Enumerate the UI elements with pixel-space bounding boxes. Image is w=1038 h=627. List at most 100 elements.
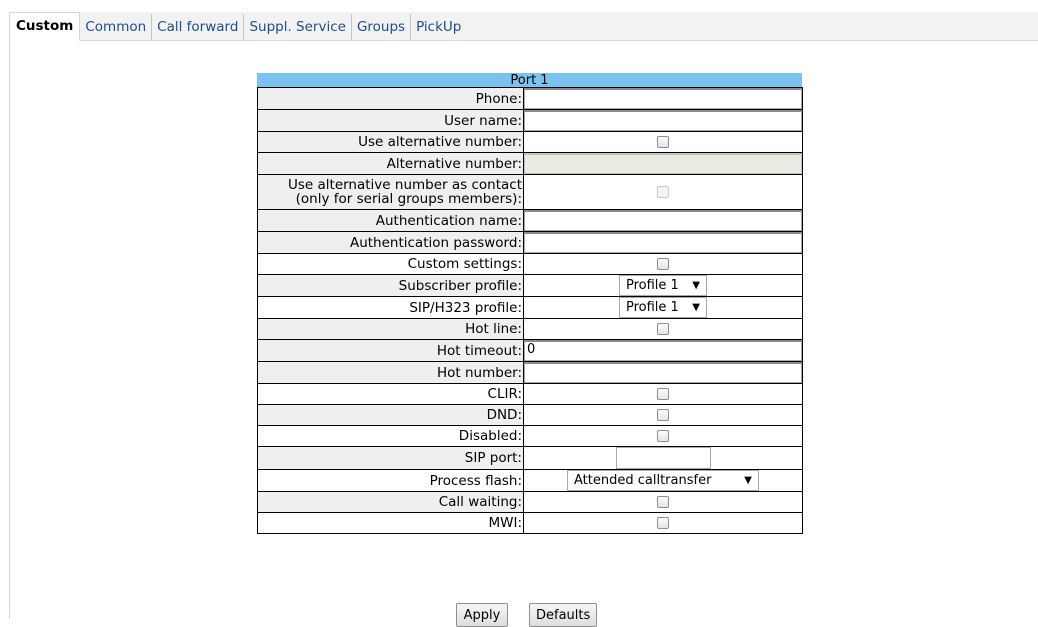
settings-row: SIP/H323 profile: Profile 1 ▼ <box>257 296 803 319</box>
tab-custom[interactable]: Custom <box>9 12 81 41</box>
text-input[interactable]: 0 <box>524 340 802 361</box>
field-label: Hot timeout: <box>257 339 524 362</box>
apply-button[interactable]: Apply <box>456 603 508 627</box>
settings-row: Hot timeout: 0 <box>257 339 803 362</box>
settings-row: Disabled: <box>257 425 803 447</box>
settings-row: Phone: <box>257 87 803 110</box>
field-label-text: Hot timeout: <box>436 342 522 359</box>
field-value-cell: Attended calltransfer ▼ <box>523 469 803 492</box>
checkbox[interactable] <box>657 430 669 442</box>
field-value-cell <box>523 109 803 132</box>
field-label: Process flash: <box>257 469 524 492</box>
select-dropdown[interactable]: Profile 1 ▼ <box>619 275 707 296</box>
tab-common[interactable]: Common <box>80 14 153 40</box>
checkbox <box>657 186 669 198</box>
field-label: Disabled: <box>257 425 524 447</box>
checkbox[interactable] <box>657 409 669 421</box>
field-value-cell <box>523 491 803 513</box>
field-label-text: SIP/H323 profile: <box>409 299 522 316</box>
field-value-cell <box>523 87 803 110</box>
select-dropdown[interactable]: Attended calltransfer ▼ <box>567 470 759 491</box>
field-label: Alternative number: <box>257 152 524 175</box>
content-border <box>9 40 10 619</box>
field-value-cell <box>523 446 803 470</box>
select-value: Attended calltransfer <box>574 473 712 488</box>
chevron-down-icon: ▼ <box>692 280 700 291</box>
text-input[interactable] <box>524 362 802 383</box>
field-value-cell <box>523 512 803 534</box>
field-label-text: User name: <box>444 112 522 129</box>
field-value-cell <box>523 131 803 153</box>
field-value-cell: Profile 1 ▼ <box>523 296 803 319</box>
settings-row: Hot number: <box>257 361 803 384</box>
text-input[interactable] <box>524 110 802 131</box>
tab-pickup[interactable]: PickUp <box>411 14 466 40</box>
field-label: Use alternative number: <box>257 131 524 153</box>
text-input[interactable] <box>524 232 802 253</box>
checkbox[interactable] <box>657 323 669 335</box>
field-label: Use alternative number as contact (only f… <box>257 174 524 210</box>
settings-row: Use alternative number as contact (only f… <box>257 174 803 210</box>
field-value-cell <box>523 404 803 426</box>
checkbox[interactable] <box>657 388 669 400</box>
select-value: Profile 1 <box>626 300 679 315</box>
field-label: Authentication password: <box>257 231 524 254</box>
settings-row: DND: <box>257 404 803 426</box>
field-value-cell <box>523 425 803 447</box>
field-label-text: Hot line: <box>465 321 522 337</box>
field-label: MWI: <box>257 512 524 534</box>
tab-suppl-service[interactable]: Suppl. Service <box>244 14 352 40</box>
field-label: Subscriber profile: <box>257 274 524 297</box>
settings-row: Subscriber profile: Profile 1 ▼ <box>257 274 803 297</box>
tab-bar: Custom Common Call forward Suppl. Servic… <box>9 12 1038 41</box>
field-label: Call waiting: <box>257 491 524 513</box>
checkbox[interactable] <box>657 258 669 270</box>
field-label: SIP port: <box>257 446 524 470</box>
settings-row: Hot line: <box>257 318 803 340</box>
tab-groups[interactable]: Groups <box>352 14 412 40</box>
field-label-text: MWI: <box>488 515 522 531</box>
port-title: Port 1 <box>257 73 802 87</box>
field-value-cell: 0 <box>523 339 803 362</box>
field-label: DND: <box>257 404 524 426</box>
sip-port-input[interactable] <box>615 447 711 469</box>
defaults-button[interactable]: Defaults <box>529 603 597 627</box>
field-label: Hot number: <box>257 361 524 384</box>
field-label-text-line2: (only for serial groups members): <box>295 191 522 207</box>
chevron-down-icon: ▼ <box>744 475 752 486</box>
field-label: Custom settings: <box>257 253 524 275</box>
text-input[interactable] <box>524 88 802 109</box>
field-value-cell <box>523 253 803 275</box>
tab-call-forward[interactable]: Call forward <box>152 14 245 40</box>
field-label: Authentication name: <box>257 209 524 232</box>
field-label-text: Custom settings: <box>407 256 522 272</box>
field-label-text: Subscriber profile: <box>398 277 522 294</box>
field-label-text: Authentication name: <box>375 212 522 229</box>
settings-table: Phone: User name: Use alternative number: A… <box>257 87 803 534</box>
field-label-text: Call waiting: <box>438 494 522 510</box>
settings-row: Custom settings: <box>257 253 803 275</box>
settings-row: User name: <box>257 109 803 132</box>
field-value-cell: Profile 1 ▼ <box>523 274 803 297</box>
field-value-cell <box>523 383 803 405</box>
chevron-down-icon: ▼ <box>692 302 700 313</box>
field-value-cell <box>523 152 803 175</box>
field-label: CLIR: <box>257 383 524 405</box>
checkbox[interactable] <box>657 136 669 148</box>
select-dropdown[interactable]: Profile 1 ▼ <box>619 297 707 318</box>
text-input[interactable] <box>524 210 802 231</box>
field-label: Phone: <box>257 87 524 110</box>
field-value-cell <box>523 231 803 254</box>
field-label-text: Alternative number: <box>386 155 522 172</box>
field-label: User name: <box>257 109 524 132</box>
checkbox[interactable] <box>657 517 669 529</box>
settings-row: MWI: <box>257 512 803 534</box>
field-label-text: Hot number: <box>437 364 522 381</box>
field-label-text: Use alternative number: <box>358 134 522 150</box>
field-value-cell <box>523 209 803 232</box>
select-value: Profile 1 <box>626 278 679 293</box>
settings-row: Authentication name: <box>257 209 803 232</box>
field-label: Hot line: <box>257 318 524 340</box>
checkbox[interactable] <box>657 496 669 508</box>
field-label-text: SIP port: <box>464 450 522 466</box>
